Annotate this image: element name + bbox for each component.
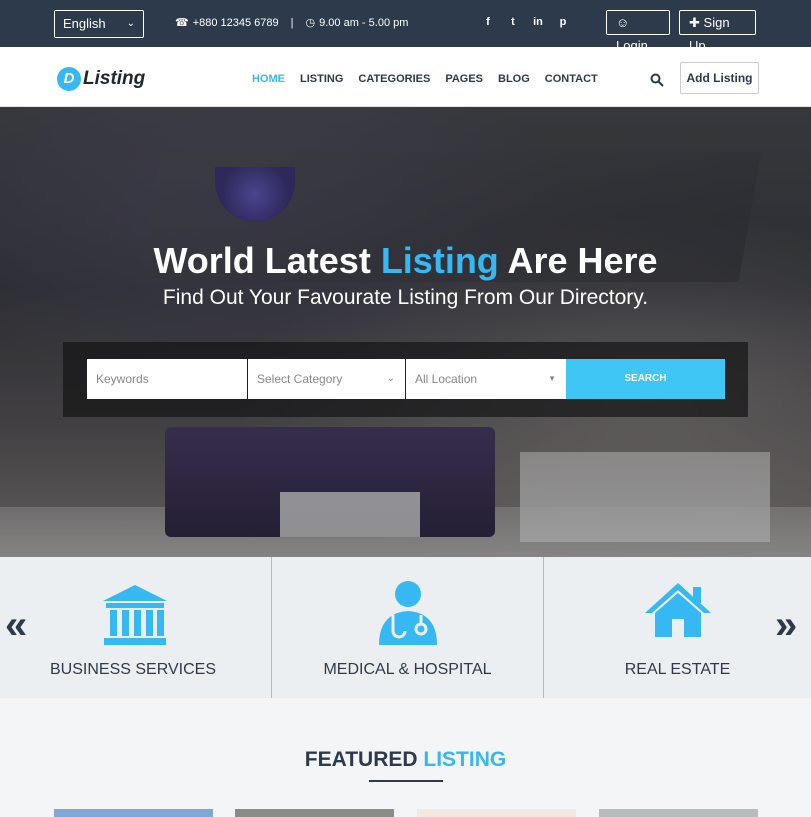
- hero-title-pre: World Latest: [153, 240, 381, 281]
- contact-separator: |: [290, 16, 294, 29]
- featured-title-accent: LISTING: [423, 748, 507, 771]
- menu-item-home[interactable]: HOME: [252, 73, 285, 85]
- location-value: All Location: [415, 372, 478, 386]
- contact-info: ☎ +880 12345 6789 | ◷ 9.00 am - 5.00 pm: [175, 16, 409, 30]
- category-value: Select Category: [257, 372, 343, 386]
- menu-item-pages[interactable]: PAGES: [445, 73, 483, 85]
- double-chevron-right-icon[interactable]: »: [775, 603, 797, 648]
- menu-item-blog[interactable]: BLOG: [498, 73, 530, 85]
- bank-icon: [103, 585, 167, 645]
- featured-title-pre: FEATURED: [304, 748, 424, 771]
- category-label: BUSINESS SERVICES: [50, 661, 216, 678]
- hero-title-post: Are Here: [498, 240, 658, 281]
- listing-card[interactable]: [599, 809, 758, 817]
- language-select[interactable]: English ⌄: [54, 10, 144, 38]
- signup-button[interactable]: ✚ Sign Up: [679, 10, 756, 53]
- search-panel: Keywords Select Category ⌄ All Location …: [63, 342, 748, 417]
- category-label: MEDICAL & HOSPITAL: [323, 661, 492, 678]
- menu-item-listing[interactable]: LISTING: [300, 73, 343, 85]
- category-medical-hospital[interactable]: MEDICAL & HOSPITAL: [271, 557, 543, 698]
- listing-card[interactable]: [417, 809, 576, 817]
- linkedin-icon[interactable]: in: [532, 15, 544, 29]
- top-bar: English ⌄ ☎ +880 12345 6789 | ◷ 9.00 am …: [0, 0, 811, 53]
- double-chevron-left-icon[interactable]: «: [5, 603, 27, 648]
- phone-number: +880 12345 6789: [192, 16, 279, 29]
- user-icon: ☺: [616, 15, 630, 30]
- main-menu: HOME LISTING CATEGORIES PAGES BLOG CONTA…: [252, 73, 598, 85]
- language-value: English: [63, 16, 106, 31]
- category-real-estate[interactable]: REAL ESTATE: [543, 557, 811, 698]
- office-hours: 9.00 am - 5.00 pm: [319, 16, 409, 29]
- chevron-down-icon: ⌄: [126, 18, 135, 29]
- doctor-icon: [378, 581, 437, 645]
- main-navbar: D Listing HOME LISTING CATEGORIES PAGES …: [0, 47, 811, 107]
- phone-icon: ☎: [175, 17, 189, 29]
- search-icon[interactable]: [650, 73, 664, 87]
- featured-divider: [369, 780, 443, 782]
- social-links: f t in p: [482, 15, 569, 29]
- hero-title: World Latest Listing Are Here: [0, 240, 811, 282]
- hero-title-accent: Listing: [380, 240, 499, 281]
- listing-card[interactable]: [54, 809, 213, 817]
- featured-title: FEATURED LISTING: [0, 748, 811, 772]
- twitter-icon[interactable]: t: [507, 15, 519, 29]
- category-label: REAL ESTATE: [624, 661, 731, 678]
- caret-down-icon: ▼: [548, 374, 556, 383]
- logo-text: Listing: [83, 68, 146, 89]
- menu-item-contact[interactable]: CONTACT: [545, 73, 598, 85]
- keywords-input[interactable]: Keywords: [87, 359, 247, 399]
- listing-card[interactable]: [235, 809, 394, 817]
- add-listing-button[interactable]: Add Listing: [680, 62, 759, 94]
- pinterest-icon[interactable]: p: [557, 15, 569, 29]
- login-button[interactable]: ☺ Login: [606, 10, 670, 53]
- hero-banner: World Latest Listing Are Here Find Out Y…: [0, 107, 811, 557]
- facebook-icon[interactable]: f: [482, 15, 494, 29]
- hero-subtitle: Find Out Your Favourate Listing From Our…: [162, 286, 649, 309]
- category-business-services[interactable]: BUSINESS SERVICES: [0, 557, 270, 698]
- site-logo[interactable]: D Listing: [57, 67, 145, 91]
- hero-overlay: [0, 107, 811, 557]
- clock-icon: ◷: [305, 17, 316, 29]
- location-select[interactable]: All Location ▼: [406, 359, 566, 399]
- chevron-down-icon: ⌄: [386, 373, 395, 384]
- category-carousel: BUSINESS SERVICES MEDICAL & HOSPITAL REA…: [0, 557, 811, 698]
- plus-icon: ✚: [689, 15, 700, 30]
- logo-mark: D: [57, 67, 81, 91]
- category-select[interactable]: Select Category ⌄: [248, 359, 405, 399]
- house-icon: [644, 583, 711, 637]
- menu-item-categories[interactable]: CATEGORIES: [358, 73, 430, 85]
- search-button[interactable]: SEARCH: [566, 359, 725, 399]
